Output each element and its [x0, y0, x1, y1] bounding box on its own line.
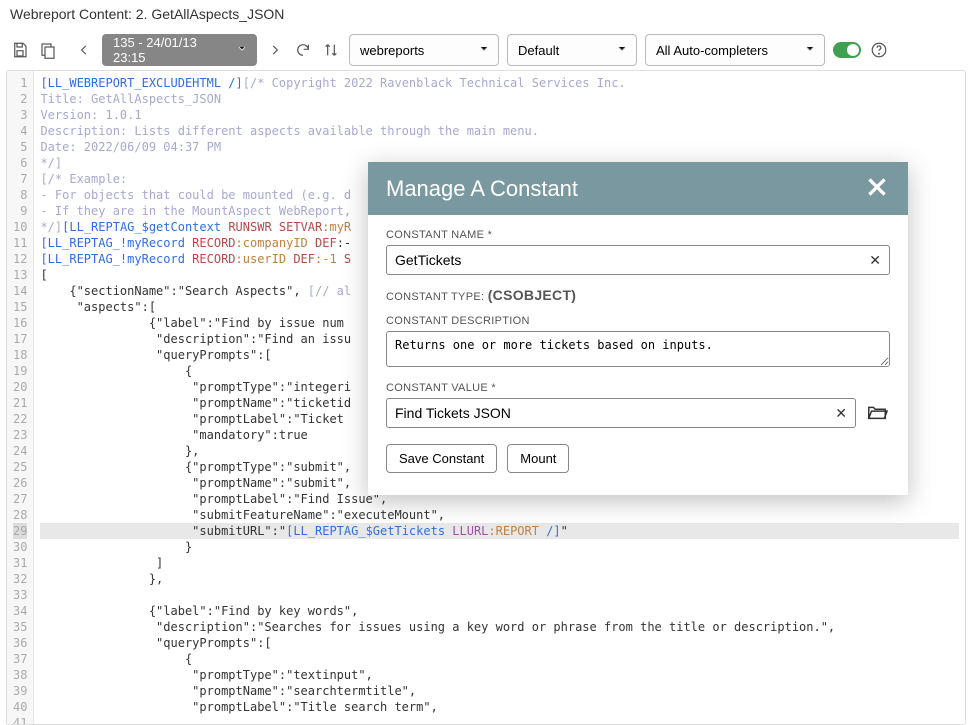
- autocomplete-select-value: All Auto-completers: [656, 43, 768, 58]
- window-title: Webreport Content: 2. GetAllAspects_JSON: [0, 0, 972, 28]
- modal-body: CONSTANT NAME * GetTickets ✕ CONSTANT TYP…: [368, 215, 908, 495]
- clear-icon[interactable]: ✕: [869, 252, 881, 269]
- constant-name-input[interactable]: GetTickets ✕: [386, 245, 890, 275]
- chevron-down-icon: [236, 43, 248, 58]
- toolbar: 135 - 24/01/13 23:15 webreports Default …: [0, 28, 972, 72]
- toggle-switch[interactable]: [833, 42, 861, 58]
- view-select-value: Default: [518, 43, 559, 58]
- version-select-value: 135 - 24/01/13 23:15: [113, 35, 228, 65]
- category-select-value: webreports: [360, 43, 424, 58]
- autocomplete-select[interactable]: All Auto-completers: [645, 34, 825, 66]
- version-select[interactable]: 135 - 24/01/13 23:15: [102, 34, 257, 66]
- refresh-icon[interactable]: [293, 40, 313, 60]
- constant-value-input[interactable]: Find Tickets JSON ✕: [386, 398, 856, 428]
- save-icon[interactable]: [10, 40, 30, 60]
- compare-icon[interactable]: [321, 40, 341, 60]
- modal-title: Manage A Constant: [386, 176, 578, 202]
- save-constant-button[interactable]: Save Constant: [386, 444, 497, 473]
- constant-desc-label: CONSTANT DESCRIPTION: [386, 315, 890, 327]
- view-select[interactable]: Default: [507, 34, 637, 66]
- copy-icon[interactable]: [38, 40, 58, 60]
- constant-name-value: GetTickets: [395, 252, 461, 268]
- close-icon[interactable]: [864, 174, 890, 203]
- clear-icon[interactable]: ✕: [835, 405, 847, 422]
- chevron-down-icon: [804, 43, 816, 58]
- chevron-down-icon: [616, 43, 628, 58]
- constant-value-label: CONSTANT VALUE *: [386, 382, 890, 394]
- mount-button[interactable]: Mount: [507, 444, 569, 473]
- constant-value-value: Find Tickets JSON: [395, 405, 511, 421]
- help-icon[interactable]: [869, 40, 889, 60]
- constant-desc-input[interactable]: [386, 331, 890, 367]
- category-select[interactable]: webreports: [349, 34, 499, 66]
- constant-type-value: (CSOBJECT): [488, 287, 577, 303]
- browse-icon[interactable]: [866, 401, 888, 426]
- next-icon[interactable]: [265, 40, 285, 60]
- prev-icon[interactable]: [74, 40, 94, 60]
- modal-header: Manage A Constant: [368, 162, 908, 215]
- constant-type-label: CONSTANT TYPE: (CSOBJECT): [386, 287, 890, 303]
- chevron-down-icon: [478, 43, 490, 58]
- manage-constant-modal: Manage A Constant CONSTANT NAME * GetTic…: [368, 162, 908, 495]
- constant-name-label: CONSTANT NAME *: [386, 229, 890, 241]
- line-numbers: 1234567891011121314151617181920212223242…: [7, 71, 34, 724]
